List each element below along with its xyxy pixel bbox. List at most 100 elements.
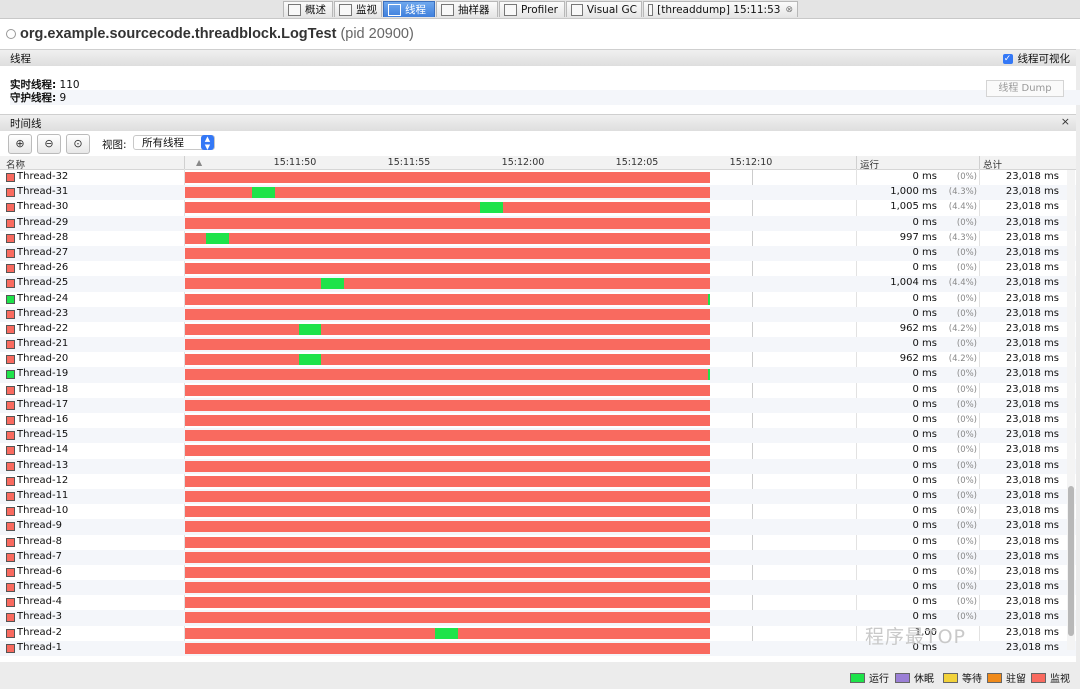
tab-overview[interactable]: 概述 [283, 1, 333, 17]
column-header-run[interactable]: 运行 [860, 157, 879, 171]
close-tab-icon[interactable]: ⊗ [785, 5, 793, 15]
table-row[interactable]: Thread-29 0 ms (0%) 23,018 ms [0, 215, 1076, 231]
checkbox-checked-icon: ✓ [1002, 53, 1013, 64]
tab-threads[interactable]: 线程 [383, 1, 435, 17]
zoom-out-button[interactable]: ⊖ [37, 134, 61, 154]
daemon-threads-label: 守护线程: [10, 92, 57, 104]
sampler-icon [441, 3, 454, 16]
thread-timeline-bar [185, 521, 710, 533]
thread-pct-value: (4.4%) [948, 202, 977, 213]
table-row[interactable]: Thread-22 962 ms (4.2%) 23,018 ms [0, 322, 1076, 337]
thread-total-value: 23,018 ms [1005, 201, 1059, 213]
legend-item: 驻留 [987, 670, 1026, 685]
running-segment [298, 323, 321, 335]
table-row[interactable]: Thread-23 0 ms (0%) 23,018 ms [0, 306, 1076, 322]
thread-name: Thread-13 [17, 459, 69, 471]
visualize-threads-label: 线程可视化 [1017, 53, 1071, 65]
thread-pct-value: (0%) [956, 399, 977, 410]
thread-run-value: 0 ms [912, 398, 938, 410]
table-row[interactable]: Thread-10 0 ms (0%) 23,018 ms [0, 504, 1076, 519]
thread-timeline-bar [185, 612, 710, 624]
table-row[interactable]: Thread-13 0 ms (0%) 23,018 ms [0, 458, 1076, 474]
view-select[interactable]: 所有线程 ▲ ▼ [133, 135, 215, 151]
thread-state-icon [6, 279, 15, 289]
thread-state-icon [6, 628, 15, 638]
table-row[interactable]: Thread-8 0 ms (0%) 23,018 ms [0, 535, 1076, 550]
close-icon[interactable]: × [1061, 115, 1070, 128]
thread-state-icon [6, 385, 15, 395]
table-row[interactable]: Thread-26 0 ms (0%) 23,018 ms [0, 261, 1076, 276]
thread-timeline-bar [185, 506, 710, 518]
tab-profiler[interactable]: Profiler [499, 1, 565, 17]
thread-state-icon [6, 537, 15, 547]
watermark-logo: 程序最TOP [865, 626, 967, 648]
column-header-total[interactable]: 总计 [983, 157, 1002, 171]
legend-label: 运行 [869, 674, 889, 685]
thread-state-icon [6, 355, 15, 365]
thread-pct-value: (0%) [956, 217, 977, 228]
thread-run-value: 0 ms [912, 414, 938, 425]
zoom-out-icon: ⊖ [44, 137, 54, 150]
table-row[interactable]: Thread-20 962 ms (4.2%) 23,018 ms [0, 352, 1076, 367]
thread-state-icon [6, 188, 15, 198]
view-label: 视图: [102, 139, 127, 151]
daemon-threads-value: 9 [59, 92, 67, 104]
thread-total-value: 23,018 ms [1005, 596, 1059, 608]
visualize-threads-checkbox[interactable]: ✓ 线程可视化 [1002, 51, 1071, 66]
table-row[interactable]: Thread-17 0 ms (0%) 23,018 ms [0, 397, 1076, 413]
thread-name: Thread-30 [17, 201, 69, 213]
table-row[interactable]: Thread-9 0 ms (0%) 23,018 ms [0, 519, 1076, 535]
table-row[interactable]: Thread-18 0 ms (0%) 23,018 ms [0, 383, 1076, 398]
table-row[interactable]: Thread-16 0 ms (0%) 23,018 ms [0, 413, 1076, 428]
table-row[interactable]: Thread-6 0 ms (0%) 23,018 ms [0, 565, 1076, 580]
thread-name: Thread-18 [17, 383, 69, 395]
thread-name: Thread-31 [17, 186, 69, 198]
tab-threaddump[interactable]: [threaddump] 15:11:53 ⊗ [643, 1, 798, 17]
zoom-in-button[interactable]: ⊕ [8, 134, 32, 154]
thread-timeline-bar [185, 445, 710, 457]
thread-state-icon [6, 613, 15, 623]
tab-sampler[interactable]: 抽样器 [436, 1, 498, 17]
thread-timeline-bar [185, 247, 710, 259]
tab-visualgc[interactable]: Visual GC [566, 1, 642, 17]
table-row[interactable]: Thread-5 0 ms (0%) 23,018 ms [0, 580, 1076, 596]
thread-name: Thread-21 [17, 338, 69, 350]
thread-run-value: 0 ms [912, 550, 938, 562]
table-row[interactable]: Thread-27 0 ms (0%) 23,018 ms [0, 245, 1076, 262]
tab-label: 抽样器 [458, 4, 490, 16]
thread-run-value: 0 ms [912, 383, 938, 395]
thread-pct-value: (0%) [956, 521, 977, 532]
thread-timeline-bar [185, 308, 710, 320]
table-row[interactable]: Thread-12 0 ms (0%) 23,018 ms [0, 474, 1076, 489]
thread-name: Thread-20 [17, 353, 69, 365]
table-row[interactable]: Thread-25 1,004 ms (4.4%) 23,018 ms [0, 276, 1076, 292]
table-row[interactable]: Thread-14 0 ms (0%) 23,018 ms [0, 443, 1076, 458]
legend-swatch-icon [895, 672, 910, 683]
column-header-name[interactable]: 名称 [6, 157, 25, 171]
thread-run-value: 0 ms [912, 611, 938, 623]
zoom-fit-button[interactable]: ⊙ [66, 134, 90, 154]
table-row[interactable]: Thread-28 997 ms (4.3%) 23,018 ms [0, 231, 1076, 246]
thread-run-value: 0 ms [912, 565, 938, 577]
table-row[interactable]: Thread-21 0 ms (0%) 23,018 ms [0, 337, 1076, 353]
table-row[interactable]: Thread-32 0 ms (0%) 23,018 ms [0, 170, 1076, 185]
table-row[interactable]: Thread-4 0 ms (0%) 23,018 ms [0, 595, 1076, 610]
table-row[interactable]: Thread-24 0 ms (0%) 23,018 ms [0, 292, 1076, 307]
table-row[interactable]: Thread-31 1,000 ms (4.3%) 23,018 ms [0, 185, 1076, 201]
tab-monitor[interactable]: 监视 [334, 1, 382, 17]
table-row[interactable]: Thread-19 0 ms (0%) 23,018 ms [0, 367, 1076, 383]
thread-total-value: 23,018 ms [1005, 565, 1059, 577]
thread-timeline-bar [185, 217, 710, 229]
thread-timeline-bar [185, 415, 710, 426]
table-row[interactable]: Thread-11 0 ms (0%) 23,018 ms [0, 488, 1076, 505]
scrollbar-thumb[interactable] [1068, 486, 1074, 636]
table-row[interactable]: Thread-7 0 ms (0%) 23,018 ms [0, 549, 1076, 565]
thread-dump-button[interactable]: 线程 Dump [986, 80, 1064, 97]
thread-pct-value: (0%) [956, 445, 977, 456]
sort-ascending-icon[interactable]: ▲ [196, 158, 202, 167]
thread-timeline-bar [185, 323, 710, 335]
thread-pct-value: (0%) [956, 293, 977, 304]
thread-state-icon [6, 218, 15, 228]
table-row[interactable]: Thread-15 0 ms (0%) 23,018 ms [0, 428, 1076, 444]
table-row[interactable]: Thread-30 1,005 ms (4.4%) 23,018 ms [0, 200, 1076, 215]
